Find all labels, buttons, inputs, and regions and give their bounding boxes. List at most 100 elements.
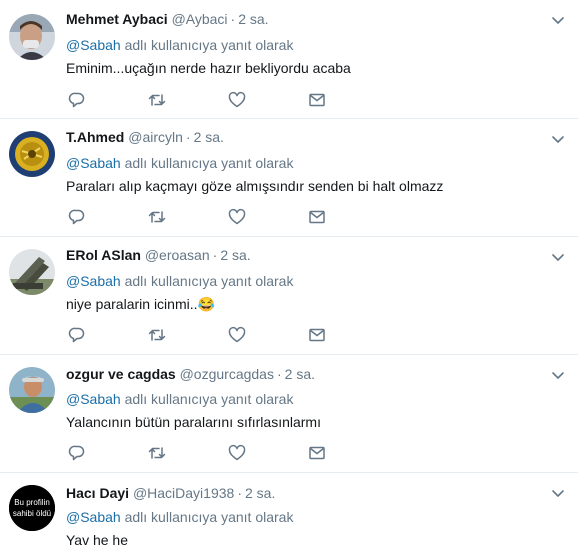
like-button[interactable] (228, 91, 248, 111)
tweet-actions (66, 326, 346, 346)
tweet-header: Hacı Dayi @HaciDayi1938 · 2 sa. (66, 483, 275, 503)
avatar[interactable] (9, 131, 55, 177)
avatar-text-line-1: Bu profilin (14, 498, 50, 507)
username[interactable]: @eroasan (145, 247, 210, 263)
tweet-text: Eminim...uçağın nerde hazır bekliyordu a… (66, 60, 351, 76)
tweet-text: Yav he he (66, 532, 129, 548)
timestamp[interactable]: 2 sa. (238, 11, 268, 27)
heart-icon (228, 326, 246, 343)
username[interactable]: @aircyln (128, 129, 183, 145)
retweet-icon (148, 211, 166, 223)
retweet-icon (148, 329, 166, 341)
tweet-text-container: niye paralarin icinmi..😂 (66, 294, 215, 314)
display-name[interactable]: Mehmet Aybaci (66, 11, 168, 27)
reply-context: @Sabah adlı kullanıcıya yanıt olarak (66, 154, 293, 172)
envelope-icon (309, 93, 325, 107)
direct-message-button[interactable] (308, 326, 328, 346)
reply-context-label: adlı kullanıcıya yanıt olarak (124, 509, 294, 525)
display-name[interactable]: ozgur ve cagdas (66, 366, 176, 382)
like-button[interactable] (228, 326, 248, 346)
retweet-icon (148, 94, 166, 106)
tweet-text: Paraları alıp kaçmayı göze almışsındır s… (66, 178, 444, 194)
reply-button[interactable] (68, 326, 88, 346)
tweet-header: Mehmet Aybaci @Aybaci · 2 sa. (66, 9, 269, 29)
avatar[interactable]: Bu profilin sahibi öldü (9, 485, 55, 531)
tweet-actions (66, 91, 346, 111)
separator-dot: · (185, 129, 191, 145)
timestamp[interactable]: 2 sa. (285, 366, 315, 382)
tweet-actions (66, 444, 346, 464)
tweet-header: ERol ASlan @eroasan · 2 sa. (66, 245, 251, 265)
tweet[interactable]: Mehmet Aybaci @Aybaci · 2 sa. @Sabah adlı … (0, 0, 578, 119)
separator-dot: · (276, 366, 282, 382)
envelope-icon (309, 446, 325, 460)
avatar[interactable] (9, 367, 55, 413)
tweet-header: ozgur ve cagdas @ozgurcagdas · 2 sa. (66, 364, 315, 384)
like-button[interactable] (228, 444, 248, 464)
direct-message-button[interactable] (308, 91, 328, 111)
tweet[interactable]: ERol ASlan @eroasan · 2 sa. @Sabah adlı ku… (0, 237, 578, 355)
avatar[interactable] (9, 14, 55, 60)
display-name[interactable]: Hacı Dayi (66, 485, 129, 501)
retweet-button[interactable] (148, 208, 168, 228)
reply-context: @Sabah adlı kullanıcıya yanıt olarak (66, 272, 293, 290)
display-name[interactable]: T.Ahmed (66, 129, 124, 145)
reply-context: @Sabah adlı kullanıcıya yanıt olarak (66, 36, 293, 54)
envelope-icon (309, 328, 325, 342)
reply-icon (68, 445, 85, 461)
tweet-text: niye paralarin icinmi.. (66, 296, 198, 312)
username[interactable]: @HaciDayi1938 (133, 485, 234, 501)
timestamp[interactable]: 2 sa. (194, 129, 224, 145)
retweet-button[interactable] (148, 444, 168, 464)
heart-icon (228, 208, 246, 225)
reply-context-label: adlı kullanıcıya yanıt olarak (124, 273, 294, 289)
tweet-header: T.Ahmed @aircyln · 2 sa. (66, 127, 224, 147)
heart-icon (228, 91, 246, 108)
retweet-button[interactable] (148, 91, 168, 111)
separator-dot: · (230, 11, 236, 27)
retweet-button[interactable] (148, 326, 168, 346)
avatar-text-line-2: sahibi öldü (13, 509, 51, 518)
reply-context-label: adlı kullanıcıya yanıt olarak (124, 155, 294, 171)
reply-mention-link[interactable]: @Sabah (66, 391, 121, 407)
tears-of-joy-emoji-icon: 😂 (197, 296, 215, 312)
direct-message-button[interactable] (308, 444, 328, 464)
reply-icon (68, 209, 85, 225)
heart-icon (228, 444, 246, 461)
reply-mention-link[interactable]: @Sabah (66, 37, 121, 53)
chevron-down-icon[interactable] (550, 485, 566, 501)
direct-message-button[interactable] (308, 208, 328, 228)
avatar[interactable] (9, 249, 55, 295)
reply-button[interactable] (68, 208, 88, 228)
tweet-replies-feed: Mehmet Aybaci @Aybaci · 2 sa. @Sabah adlı … (0, 0, 578, 552)
reply-context-label: adlı kullanıcıya yanıt olarak (124, 37, 294, 53)
reply-context: @Sabah adlı kullanıcıya yanıt olarak (66, 390, 293, 408)
display-name[interactable]: ERol ASlan (66, 247, 141, 263)
username[interactable]: @Aybaci (172, 11, 228, 27)
timestamp[interactable]: 2 sa. (245, 485, 275, 501)
tweet[interactable]: Bu profilin sahibi öldü Hacı Dayi @HaciD… (0, 473, 578, 552)
reply-context: @Sabah adlı kullanıcıya yanıt olarak (66, 508, 293, 526)
separator-dot: · (212, 247, 218, 263)
reply-mention-link[interactable]: @Sabah (66, 509, 121, 525)
username[interactable]: @ozgurcagdas (180, 366, 274, 382)
timestamp[interactable]: 2 sa. (220, 247, 250, 263)
reply-mention-link[interactable]: @Sabah (66, 155, 121, 171)
chevron-down-icon[interactable] (550, 367, 566, 383)
reply-button[interactable] (68, 91, 88, 111)
envelope-icon (309, 210, 325, 224)
chevron-down-icon[interactable] (550, 131, 566, 147)
tweet-actions (66, 208, 346, 228)
tweet[interactable]: T.Ahmed @aircyln · 2 sa. @Sabah adlı kulla… (0, 119, 578, 237)
separator-dot: · (237, 485, 242, 501)
tweet[interactable]: ozgur ve cagdas @ozgurcagdas · 2 sa. @Saba… (0, 355, 578, 473)
like-button[interactable] (228, 208, 248, 228)
reply-icon (68, 327, 85, 343)
reply-context-label: adlı kullanıcıya yanıt olarak (124, 391, 294, 407)
reply-mention-link[interactable]: @Sabah (66, 273, 121, 289)
reply-button[interactable] (68, 444, 88, 464)
reply-icon (68, 92, 85, 108)
chevron-down-icon[interactable] (550, 249, 566, 265)
tweet-text: Yalancının bütün paralarını sıfırlasınla… (66, 414, 321, 430)
chevron-down-icon[interactable] (550, 12, 566, 28)
